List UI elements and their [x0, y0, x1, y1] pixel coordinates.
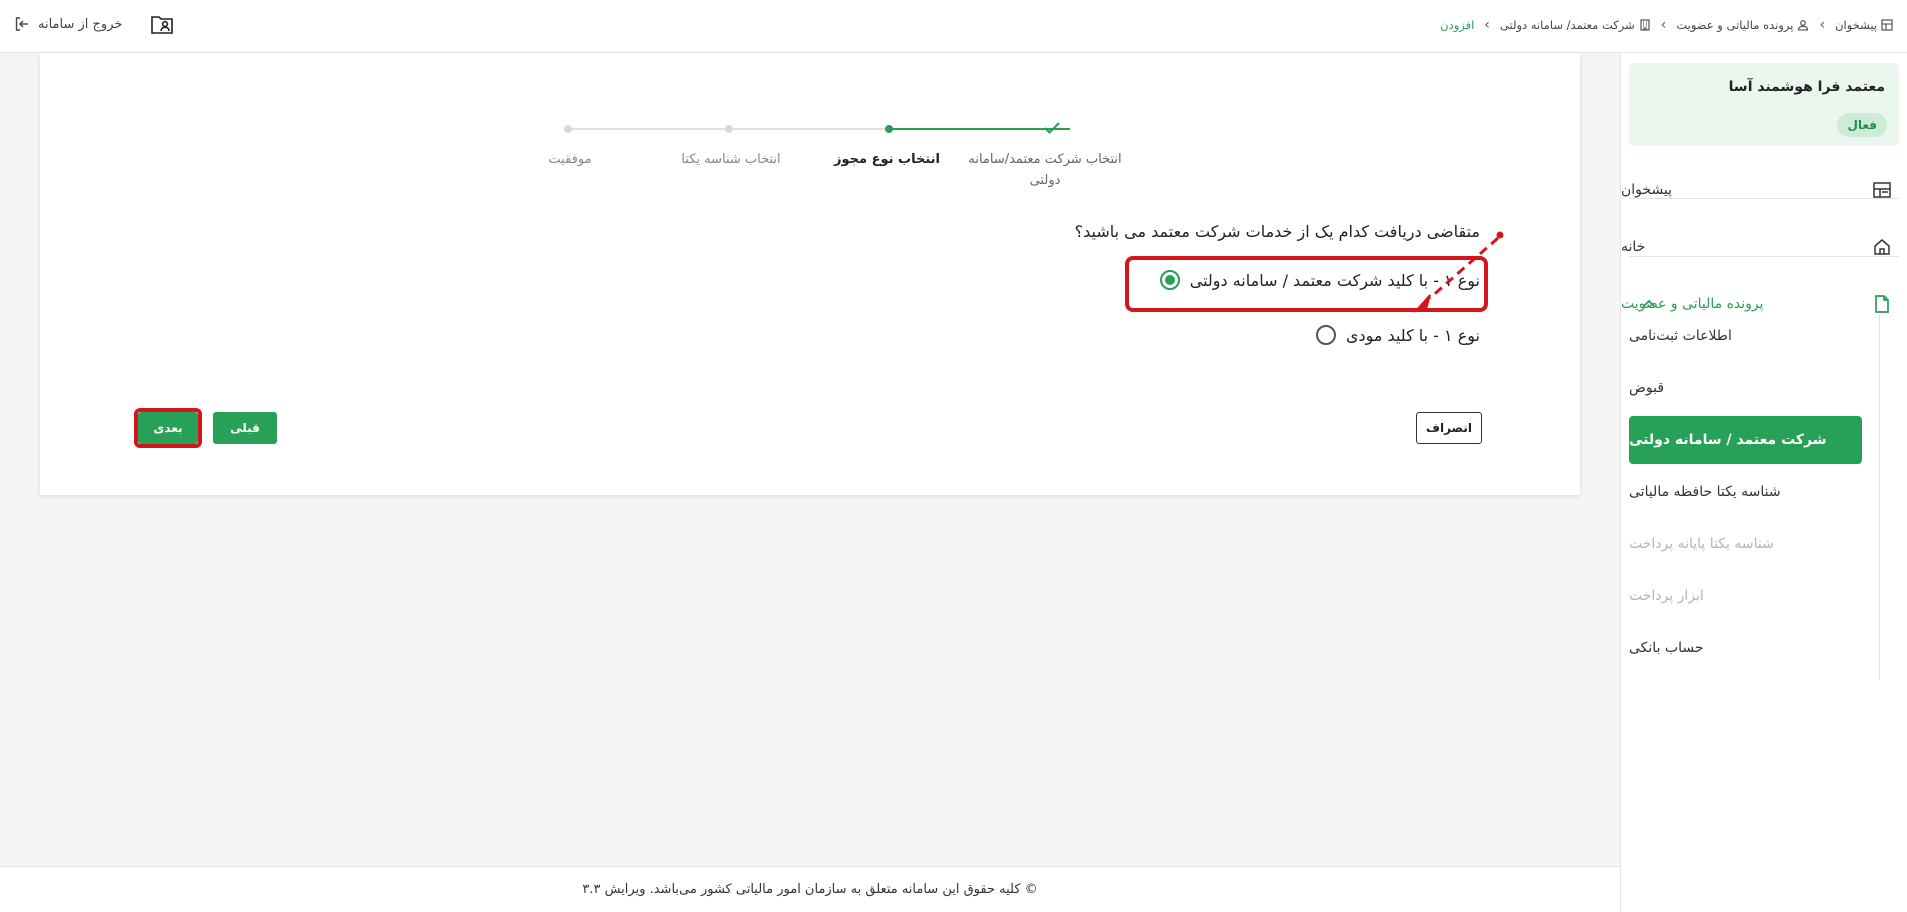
footer-text: © کلیه حقوق این سامانه متعلق به سازمان ا… [582, 882, 1038, 897]
step-label-unique-id: انتخاب شناسه یکتا [681, 152, 781, 167]
user-icon [1798, 20, 1809, 31]
breadcrumb-dashboard[interactable]: پیشخوان [1835, 18, 1893, 32]
step-dot [725, 125, 733, 133]
divider [1629, 256, 1899, 257]
check-icon [1044, 122, 1060, 134]
cancel-button[interactable]: انصراف [1416, 412, 1482, 444]
chevron-left-icon: ‹ [1819, 17, 1826, 33]
logout-button[interactable]: خروج از سامانه [14, 14, 122, 34]
company-name: معتمد فرا هوشمند آسا [1728, 79, 1885, 95]
wizard-card: انتخاب شرکت معتمد/سامانه دولتی انتخاب نو… [40, 53, 1580, 495]
breadcrumb-trusted-company[interactable]: شرکت معتمد/ سامانه دولتی [1500, 18, 1651, 32]
sidebar-subitem-trusted-company[interactable]: شرکت معتمد / سامانه دولتی [1629, 416, 1862, 464]
sidebar-item-home[interactable]: خانه [1621, 227, 1907, 267]
sidebar-item-dashboard[interactable]: پیشخوان [1621, 170, 1907, 210]
step-label-success: موفقیت [548, 152, 592, 167]
sidebar-subitem-tax-memory-id[interactable]: شناسه یکتا حافظه مالیاتی [1629, 470, 1869, 514]
breadcrumb-tax-file[interactable]: پرونده مالیاتی و عضویت [1676, 18, 1809, 32]
home-icon [1874, 239, 1890, 255]
chevron-left-icon: ‹ [1484, 17, 1490, 33]
step-connector [731, 128, 889, 130]
sidebar: معتمد فرا هوشمند آسا فعال پیشخوان خانه پ… [1620, 53, 1907, 912]
company-card: معتمد فرا هوشمند آسا فعال [1629, 63, 1899, 146]
sidebar-subitem-registration[interactable]: اطلاعات ثبت‌نامی [1629, 314, 1869, 358]
logout-icon [15, 17, 28, 31]
document-icon [1875, 295, 1889, 313]
chevron-left-icon: ‹ [1660, 17, 1667, 33]
step-label-select-company: انتخاب شرکت معتمد/سامانه دولتی [968, 152, 1122, 188]
submenu-line [1879, 315, 1880, 680]
divider [1629, 198, 1899, 199]
sidebar-subitem-payment-terminal-id: شناسه یکتا پایانه پرداخت [1629, 536, 1774, 552]
step-label-license-type: انتخاب نوع مجوز [834, 152, 940, 167]
footer: © کلیه حقوق این سامانه متعلق به سازمان ا… [0, 866, 1620, 912]
dashboard-icon [1873, 182, 1891, 198]
previous-button[interactable]: قبلی [213, 412, 277, 444]
status-badge: فعال [1837, 113, 1887, 137]
sidebar-subitem-bank-account[interactable]: حساب بانکی [1629, 626, 1869, 670]
annotation-arrow [1413, 231, 1504, 313]
folder-user-icon[interactable] [150, 13, 174, 35]
sidebar-subitem-bills[interactable]: قبوض [1629, 366, 1869, 410]
sidebar-subitem-payment-tools: ابزار پرداخت [1629, 588, 1704, 604]
step-dot-current [885, 125, 893, 133]
building-icon [1640, 19, 1650, 31]
step-dot [564, 125, 572, 133]
chevron-up-icon[interactable] [1641, 296, 1657, 312]
breadcrumb: پیشخوان ‹ پرونده مالیاتی و عضویت ‹ شرکت … [1440, 15, 1893, 35]
top-bar: خروج از سامانه پیشخوان ‹ پرونده مالیاتی … [0, 0, 1907, 53]
logout-label: خروج از سامانه [38, 16, 123, 32]
step-connector [568, 128, 728, 130]
next-button[interactable]: بعدی [138, 412, 198, 444]
dashboard-icon [1881, 19, 1893, 31]
breadcrumb-add: افزودن [1440, 18, 1475, 32]
